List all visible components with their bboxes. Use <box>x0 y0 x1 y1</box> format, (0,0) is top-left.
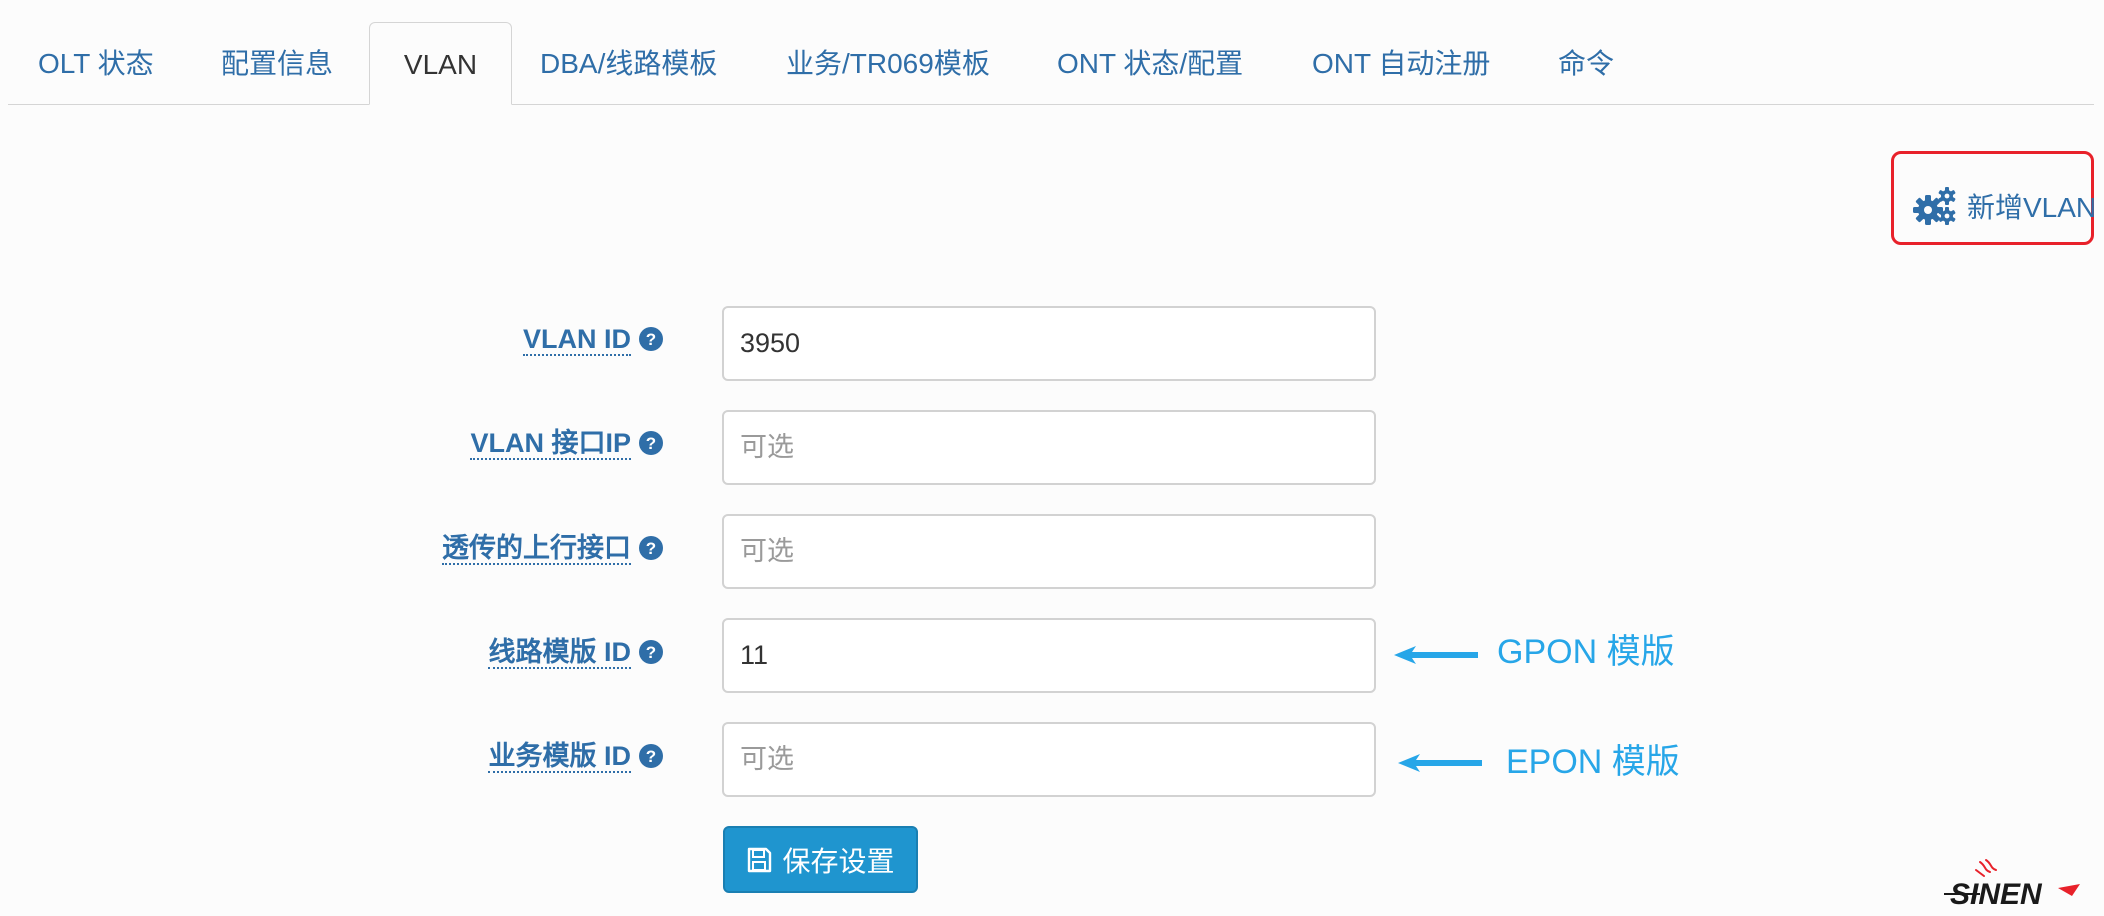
vlan-interface-ip-label: VLAN 接口IP ? <box>470 426 663 462</box>
save-settings-label: 保存设置 <box>782 845 895 877</box>
tab-vlan[interactable]: VLAN <box>369 22 512 105</box>
tab-ont-auto-register[interactable]: ONT 自动注册 <box>1312 22 1490 104</box>
svg-text:?: ? <box>646 643 656 662</box>
vlan-id-input[interactable] <box>722 306 1376 381</box>
tab-olt-status[interactable]: OLT 状态 <box>38 22 154 104</box>
tab-dba-line-profile[interactable]: DBA/线路模板 <box>540 22 717 104</box>
service-profile-id-label: 业务模版 ID ? <box>488 739 663 775</box>
question-circle-icon[interactable]: ? <box>639 640 663 664</box>
tab-service-tr069-profile[interactable]: 业务/TR069模板 <box>786 22 990 104</box>
tab-command[interactable]: 命令 <box>1558 22 1614 104</box>
gears-icon <box>1913 187 1956 225</box>
uplink-interface-input[interactable] <box>722 514 1376 589</box>
svg-text:?: ? <box>646 434 656 453</box>
arrow-left-icon <box>1398 754 1482 772</box>
tab-config-info[interactable]: 配置信息 <box>221 22 333 104</box>
svg-text:?: ? <box>646 330 656 349</box>
svg-text:?: ? <box>646 747 656 766</box>
vlan-interface-ip-input[interactable] <box>722 410 1376 485</box>
tab-ont-status-config[interactable]: ONT 状态/配置 <box>1057 22 1243 104</box>
line-profile-id-input[interactable] <box>722 618 1376 693</box>
save-settings-button[interactable]: 保存设置 <box>723 826 918 893</box>
uplink-interface-label: 透传的上行接口 ? <box>442 531 663 567</box>
service-profile-id-input[interactable] <box>722 722 1376 797</box>
brand-logo-watermark: SINEN <box>1944 859 2080 910</box>
gpon-annotation: GPON 模版 <box>1497 633 1675 671</box>
vlan-id-label: VLAN ID ? <box>523 322 663 358</box>
arrow-left-icon <box>1394 646 1478 664</box>
svg-text:?: ? <box>646 539 656 558</box>
question-circle-icon[interactable]: ? <box>639 536 663 560</box>
tab-bar: OLT 状态 配置信息 VLAN DBA/线路模板 业务/TR069模板 ONT… <box>8 22 2094 105</box>
question-circle-icon[interactable]: ? <box>639 744 663 768</box>
add-vlan-label: 新增VLAN <box>1967 192 2097 223</box>
epon-annotation: EPON 模版 <box>1506 743 1680 781</box>
add-vlan-button[interactable]: 新增VLAN <box>1913 186 2096 226</box>
question-circle-icon[interactable]: ? <box>639 327 663 351</box>
floppy-disk-icon <box>748 847 772 872</box>
question-circle-icon[interactable]: ? <box>639 431 663 455</box>
line-profile-id-label: 线路模版 ID ? <box>488 635 663 671</box>
